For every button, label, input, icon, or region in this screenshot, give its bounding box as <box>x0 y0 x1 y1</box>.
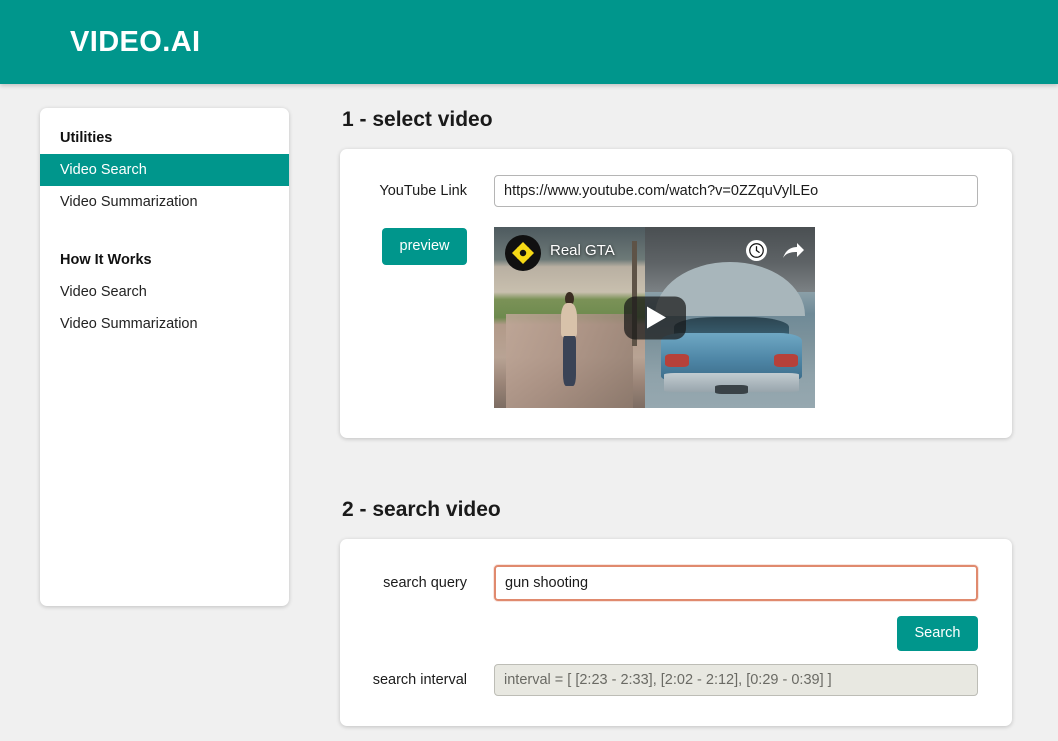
sidebar-item-how-video-search[interactable]: Video Search <box>40 276 289 308</box>
clock-icon[interactable] <box>746 240 767 261</box>
app-title: VIDEO.AI <box>70 25 201 58</box>
channel-avatar-icon[interactable] <box>505 235 541 271</box>
sidebar-item-video-search[interactable]: Video Search <box>40 154 289 186</box>
youtube-link-row: YouTube Link <box>366 175 978 207</box>
search-query-row: search query <box>366 565 978 601</box>
search-query-input[interactable] <box>494 565 978 601</box>
search-button[interactable]: Search <box>897 616 978 651</box>
preview-button[interactable]: preview <box>382 228 467 265</box>
search-button-row: Search <box>366 616 978 651</box>
page-body: Utilities Video Search Video Summarizati… <box>0 84 1058 741</box>
youtube-link-input[interactable] <box>494 175 978 207</box>
sidebar-item-video-summarization[interactable]: Video Summarization <box>40 186 289 218</box>
preview-row: preview Real GTA <box>366 227 978 408</box>
sidebar: Utilities Video Search Video Summarizati… <box>40 108 289 606</box>
search-video-card: search query Search search interval <box>340 539 1012 726</box>
select-video-card: YouTube Link preview <box>340 149 1012 438</box>
video-action-icons <box>746 240 805 261</box>
search-interval-output <box>494 664 978 696</box>
sidebar-item-how-video-summarization[interactable]: Video Summarization <box>40 308 289 340</box>
search-interval-row: search interval <box>366 664 978 696</box>
section-heading-select-video: 1 - select video <box>342 108 493 131</box>
sidebar-group-title-utilities: Utilities <box>60 130 113 146</box>
preview-button-cell: preview <box>366 227 494 265</box>
search-query-label: search query <box>383 575 467 591</box>
app-header: VIDEO.AI <box>0 0 1058 84</box>
main-content: 1 - select video YouTube Link preview <box>340 108 1012 741</box>
youtube-link-label: YouTube Link <box>379 183 467 199</box>
sidebar-group-title-how-it-works: How It Works <box>60 252 152 268</box>
search-interval-label: search interval <box>372 672 467 688</box>
play-icon[interactable] <box>623 296 686 339</box>
share-icon[interactable] <box>781 241 805 261</box>
section-heading-search-video: 2 - search video <box>342 498 501 521</box>
video-preview-embed[interactable]: Real GTA <box>494 227 815 408</box>
video-title: Real GTA <box>550 242 615 259</box>
